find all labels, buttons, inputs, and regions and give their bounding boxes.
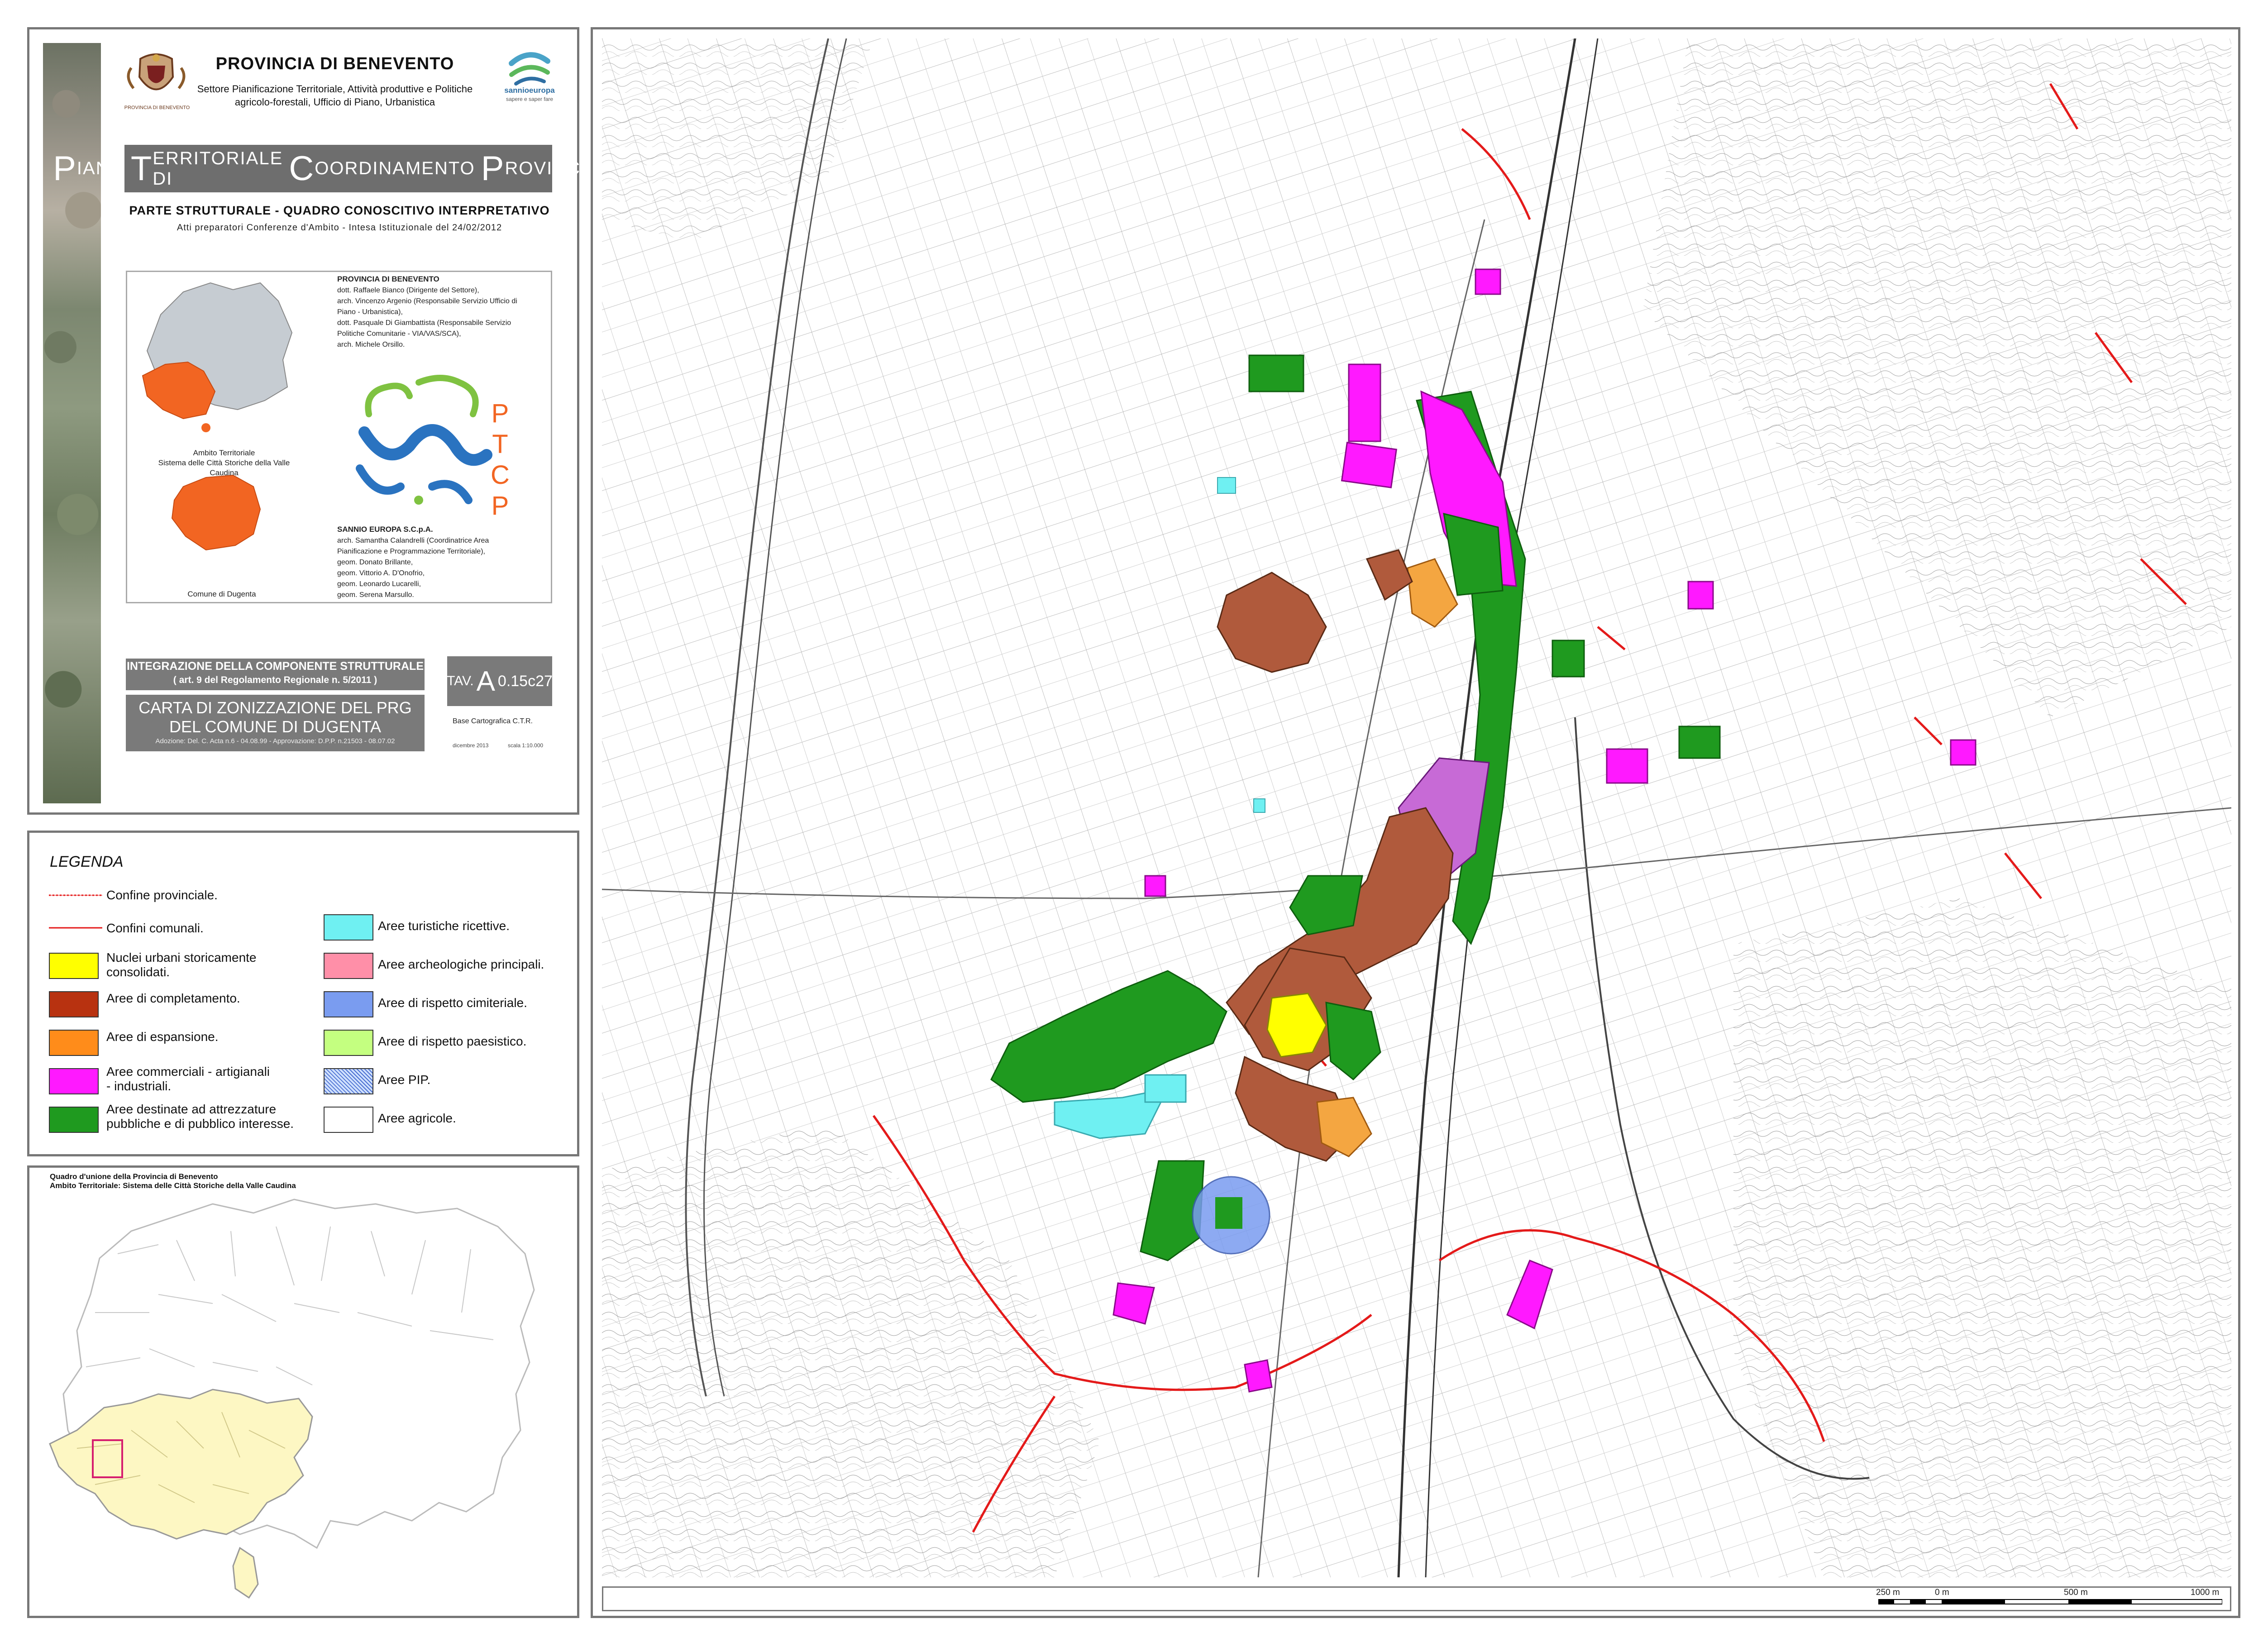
- comune-caption: Comune di Dugenta: [187, 590, 256, 598]
- department-subtitle: Settore Pianificazione Territoriale, Att…: [197, 83, 473, 108]
- legend-municipal-boundary-line: [49, 927, 102, 929]
- map-title-banner: CARTA DI ZONIZZAZIONE DEL PRG DEL COMUNE…: [126, 695, 425, 751]
- legend-label-cimiteriale: Aree di rispetto cimiteriale.: [378, 996, 527, 1010]
- ambito-caption-line2: Sistema delle Città Storiche della Valle…: [158, 458, 290, 477]
- legend-label-confini-comunali: Confini comunali.: [106, 921, 204, 935]
- legend-label-agricole: Aree agricole.: [378, 1111, 456, 1125]
- legend-label-confine-provinciale: Confine provinciale.: [106, 888, 218, 902]
- tav-code-letter: A: [476, 665, 495, 697]
- credits-province: PROVINCIA DI BENEVENTO dott. Raffaele Bi…: [337, 274, 550, 350]
- credit-line: dott. Pasquale Di Giambattista (Responsa…: [337, 319, 511, 327]
- scalebar-graphic: [1878, 1599, 2222, 1604]
- legend-swatch-archeologiche: [324, 953, 373, 979]
- banner-initial-p: P: [53, 149, 77, 188]
- legend-swatch-commerciali: [49, 1068, 99, 1094]
- tav-code-number: 0.15c27: [497, 672, 553, 690]
- legend-label-line: - industriali.: [106, 1079, 172, 1093]
- credit-line: geom. Leonardo Lucarelli,: [337, 580, 421, 588]
- credit-line: arch. Vincenzo Argenio (Responsabile Ser…: [337, 297, 517, 305]
- legend-label-line: Aree destinate ad attrezzature: [106, 1102, 277, 1116]
- scalebar-label: 500 m: [2064, 1588, 2088, 1597]
- credits-org2-name: SANNIO EUROPA S.C.p.A.: [337, 525, 433, 534]
- scalebar-label: 0 m: [1935, 1588, 1949, 1597]
- legend-label-line: Aree commerciali - artigianali: [106, 1065, 270, 1079]
- sannio-europa-logo-icon: [509, 52, 550, 86]
- zoning-map: [602, 38, 2231, 1577]
- legend-swatch-turistiche: [324, 914, 373, 941]
- partner-logo-name: sannioeuropa: [504, 86, 555, 95]
- map-sheet: { "header": { "province": "PROVINCIA DI …: [0, 0, 2263, 1652]
- credits-org1-name: PROVINCIA DI BENEVENTO: [337, 275, 439, 283]
- credit-line: arch. Samantha Calandrelli (Coordinatric…: [337, 537, 489, 544]
- scalebar-label: 1000 m: [2191, 1588, 2220, 1597]
- ptcp-letter: P: [491, 399, 509, 428]
- legend-label-archeologiche: Aree archeologiche principali.: [378, 957, 544, 971]
- banner-word-3: OORDINAMENTO: [315, 158, 475, 178]
- legend-label-paesistico: Aree di rispetto paesistico.: [378, 1034, 527, 1048]
- base-cartografica: Base Cartografica C.T.R.: [453, 717, 533, 725]
- tav-code-box: TAV. A 0.15c27: [447, 656, 553, 706]
- credit-line: Politiche Comunitarie - VIA/VAS/SCA),: [337, 330, 461, 338]
- tav-prefix: TAV.: [447, 673, 474, 688]
- credits-sannio-europa: SANNIO EUROPA S.C.p.A. arch. Samantha Ca…: [337, 524, 550, 601]
- credit-line: Piano - Urbanistica),: [337, 308, 403, 316]
- overview-province-map: [49, 1198, 535, 1599]
- legend-label-attrezzature: Aree destinate ad attrezzature pubbliche …: [106, 1102, 294, 1131]
- credit-line: Pianificazione e Programmazione Territor…: [337, 548, 485, 555]
- legend-label-espansione: Aree di espansione.: [106, 1030, 219, 1044]
- legend-swatch-espansione: [49, 1030, 99, 1056]
- banner-word-2: ERRITORIALE DI: [153, 148, 283, 189]
- legend-label-completamento: Aree di completamento.: [106, 991, 240, 1005]
- partner-tagline: sapere e saper fare: [506, 96, 554, 102]
- credit-line: geom. Serena Marsullo.: [337, 591, 414, 599]
- legend-swatch-pip: [324, 1068, 373, 1094]
- integration-reference: ( art. 9 del Regolamento Regionale n. 5/…: [173, 675, 377, 685]
- ambito-caption: Ambito Territoriale Sistema delle Città …: [149, 448, 299, 478]
- legend-label-line: consolidati.: [106, 965, 170, 979]
- legend-swatch-completamento: [49, 991, 99, 1017]
- map-title-line1: CARTA DI ZONIZZAZIONE DEL PRG: [138, 698, 412, 717]
- ptcp-title-banner: P IANO T ERRITORIALE DI C OORDINAMENTO P ROV…: [53, 145, 623, 192]
- credit-line: geom. Donato Brillante,: [337, 559, 413, 566]
- plan-acts-subtitle: Atti preparatori Conferenze d'Ambito - I…: [177, 223, 502, 233]
- integration-banner: INTEGRAZIONE DELLA COMPONENTE STRUTTURAL…: [126, 659, 425, 690]
- province-title: PROVINCIA DI BENEVENTO: [215, 54, 454, 73]
- credit-line: geom. Vittorio A. D'Onofrio,: [337, 569, 425, 577]
- legend-provincial-boundary-line: [49, 894, 102, 896]
- integration-title: INTEGRAZIONE DELLA COMPONENTE STRUTTURAL…: [126, 660, 424, 673]
- legend-swatch-attrezzature: [49, 1107, 99, 1133]
- ptcp-logo-letters: P T C P: [487, 398, 514, 521]
- legend-swatch-agricole: [324, 1107, 373, 1133]
- province-locator-map: [142, 282, 293, 551]
- banner-initial-c: C: [289, 149, 315, 188]
- adoption-text: Adozione: Del. C. Acta n.6 - 04.08.99 - …: [155, 737, 395, 745]
- plan-part-title: PARTE STRUTTURALE - QUADRO CONOSCITIVO I…: [129, 204, 550, 217]
- map-title-line2: DEL COMUNE DI DUGENTA: [169, 717, 382, 736]
- banner-initial-t: T: [130, 149, 153, 188]
- scalebar-label: 250 m: [1876, 1588, 1900, 1597]
- sheet-scale: scala 1:10.000: [508, 742, 544, 749]
- credit-line: arch. Michele Orsillo.: [337, 341, 405, 349]
- legend-label-turistiche: Aree turistiche ricettive.: [378, 919, 510, 933]
- legend-label-line: Nuclei urbani storicamente: [106, 950, 257, 964]
- ambito-caption-line1: Ambito Territoriale: [193, 449, 255, 457]
- sheet-date: dicembre 2013: [453, 742, 489, 749]
- ptcp-letter: T: [492, 430, 508, 459]
- legend-label-nuclei-urbani: Nuclei urbani storicamente consolidati.: [106, 950, 257, 979]
- banner-initial-p2: P: [481, 149, 505, 188]
- legend-title: LEGENDA: [50, 853, 124, 870]
- credit-line: dott. Raffaele Bianco (Dirigente del Set…: [337, 286, 479, 294]
- legend-swatch-cimiteriale: [324, 991, 373, 1017]
- banner-word-1: IANO: [76, 158, 125, 178]
- legend-label-pip: Aree PIP.: [378, 1073, 431, 1087]
- legend-swatch-paesistico: [324, 1030, 373, 1056]
- ptcp-letter: C: [491, 460, 510, 490]
- legend-label-line: pubbliche e di pubblico interesse.: [106, 1117, 294, 1131]
- legend-label-commerciali: Aree commerciali - artigianali - industri…: [106, 1065, 270, 1093]
- ptcp-letter: P: [491, 491, 509, 520]
- legend-swatch-nuclei-urbani: [49, 953, 99, 979]
